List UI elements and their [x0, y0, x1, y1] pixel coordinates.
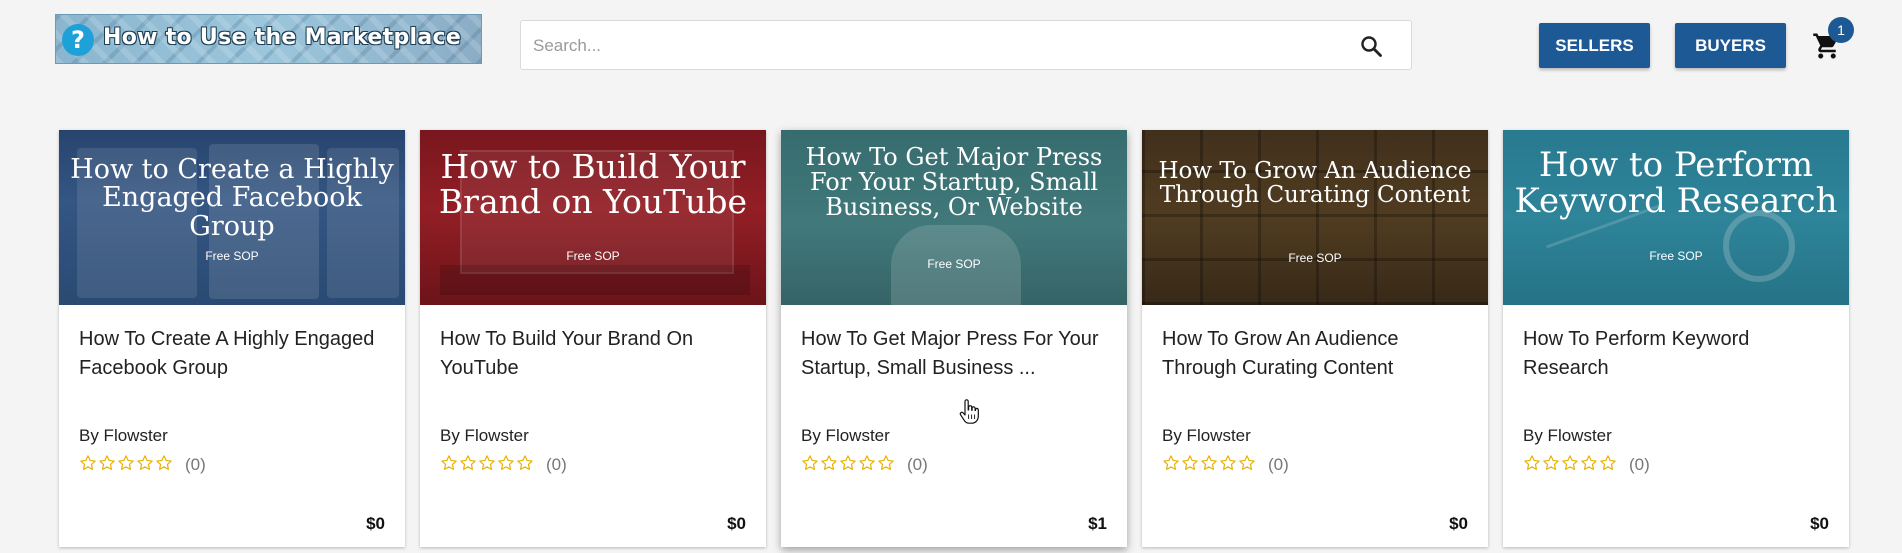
thumbnail-subtitle: Free SOP: [927, 257, 981, 271]
product-author: By Flowster: [1523, 426, 1612, 445]
rating-count: (0): [1629, 455, 1650, 474]
thumbnail-subtitle: Free SOP: [205, 249, 259, 263]
star-outline-icon: [1238, 454, 1256, 477]
thumbnail-subtitle: Free SOP: [566, 249, 620, 263]
product-thumbnail[interactable]: How To Get Major Press For Your Startup,…: [781, 130, 1127, 305]
star-outline-icon: [858, 454, 876, 477]
thumbnail-overlay: [1142, 130, 1488, 305]
star-outline-icon: [1219, 454, 1237, 477]
star-outline-icon: [1599, 454, 1617, 477]
product-rating: (0): [440, 453, 567, 477]
rating-count: (0): [185, 455, 206, 474]
search-icon[interactable]: [1359, 34, 1383, 58]
search-bar: [520, 20, 1412, 71]
star-rating: [801, 454, 895, 477]
star-outline-icon: [877, 454, 895, 477]
product-title[interactable]: How To Perform Keyword Research: [1523, 325, 1833, 383]
star-outline-icon: [516, 454, 534, 477]
star-outline-icon: [1580, 454, 1598, 477]
star-outline-icon: [155, 454, 173, 477]
star-outline-icon: [1181, 454, 1199, 477]
thumbnail-subtitle: Free SOP: [1288, 251, 1342, 265]
product-title[interactable]: How To Grow An Audience Through Curating…: [1162, 325, 1472, 383]
star-outline-icon: [136, 454, 154, 477]
star-outline-icon: [839, 454, 857, 477]
marketplace-help-banner[interactable]: ? How to Use the Marketplace: [55, 14, 482, 64]
thumbnail-title: How to Create a Highly Engaged Facebook …: [70, 154, 394, 242]
header: ? How to Use the Marketplace SELLERS BUY…: [0, 0, 1902, 100]
rating-count: (0): [907, 455, 928, 474]
cart-count-badge: 1: [1828, 17, 1854, 43]
star-outline-icon: [1542, 454, 1560, 477]
rating-count: (0): [1268, 455, 1289, 474]
product-card[interactable]: How To Grow An Audience Through Curating…: [1142, 130, 1488, 547]
product-author: By Flowster: [79, 426, 168, 445]
product-card[interactable]: How To Get Major Press For Your Startup,…: [781, 130, 1127, 547]
star-rating: [1523, 454, 1617, 477]
star-outline-icon: [1200, 454, 1218, 477]
star-outline-icon: [497, 454, 515, 477]
product-thumbnail[interactable]: How To Grow An Audience Through Curating…: [1142, 130, 1488, 305]
product-author: By Flowster: [440, 426, 529, 445]
search-input[interactable]: [531, 21, 1335, 71]
product-card[interactable]: How to Perform Keyword Research Free SOP H…: [1503, 130, 1849, 547]
product-thumbnail[interactable]: How to Perform Keyword Research Free SOP: [1503, 130, 1849, 305]
thumbnail-title: How To Get Major Press For Your Startup,…: [805, 143, 1103, 222]
sellers-button[interactable]: SELLERS: [1539, 23, 1650, 68]
star-rating: [440, 454, 534, 477]
product-rating: (0): [79, 453, 206, 477]
star-outline-icon: [117, 454, 135, 477]
star-outline-icon: [478, 454, 496, 477]
buyers-button[interactable]: BUYERS: [1675, 23, 1786, 68]
star-outline-icon: [79, 454, 97, 477]
question-icon: ?: [62, 24, 94, 56]
product-author: By Flowster: [801, 426, 890, 445]
star-outline-icon: [1561, 454, 1579, 477]
product-title[interactable]: How To Get Major Press For Your Startup,…: [801, 325, 1111, 383]
star-outline-icon: [1523, 454, 1541, 477]
thumbnail-subtitle: Free SOP: [1649, 249, 1703, 263]
thumbnail-title: How to Build Your Brand on YouTube: [438, 147, 748, 221]
star-outline-icon: [459, 454, 477, 477]
product-card[interactable]: How to Build Your Brand on YouTube Free S…: [420, 130, 766, 547]
product-price: $0: [727, 514, 746, 533]
product-price: $0: [1810, 514, 1829, 533]
star-rating: [79, 454, 173, 477]
star-outline-icon: [440, 454, 458, 477]
product-price: $0: [366, 514, 385, 533]
product-author: By Flowster: [1162, 426, 1251, 445]
thumbnail-title: How to Perform Keyword Research: [1514, 145, 1838, 221]
star-outline-icon: [1162, 454, 1180, 477]
product-price: $1: [1088, 514, 1107, 533]
product-thumbnail[interactable]: How to Build Your Brand on YouTube Free S…: [420, 130, 766, 305]
banner-text: How to Use the Marketplace: [103, 25, 462, 50]
product-price: $0: [1449, 514, 1468, 533]
star-rating: [1162, 454, 1256, 477]
star-outline-icon: [801, 454, 819, 477]
product-title[interactable]: How To Create A Highly Engaged Facebook …: [79, 325, 389, 383]
product-rating: (0): [801, 453, 928, 477]
product-card[interactable]: How to Create a Highly Engaged Facebook …: [59, 130, 405, 547]
thumbnail-title: How To Grow An Audience Through Curating…: [1158, 158, 1472, 209]
product-thumbnail[interactable]: How to Create a Highly Engaged Facebook …: [59, 130, 405, 305]
product-title[interactable]: How To Build Your Brand On YouTube: [440, 325, 750, 383]
product-rating: (0): [1162, 453, 1289, 477]
rating-count: (0): [546, 455, 567, 474]
star-outline-icon: [98, 454, 116, 477]
product-rating: (0): [1523, 453, 1650, 477]
star-outline-icon: [820, 454, 838, 477]
